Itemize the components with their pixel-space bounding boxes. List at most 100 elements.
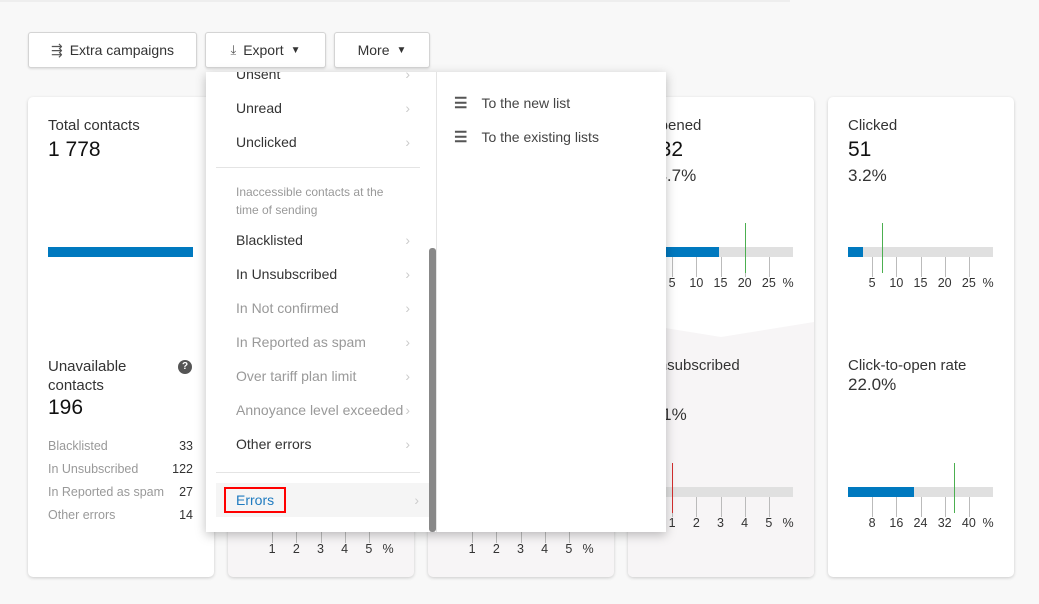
- menu-item-label: Errors: [224, 487, 287, 513]
- tick-label: 5: [868, 276, 876, 290]
- row-label: In Reported as spam: [48, 485, 165, 499]
- download-icon: ⤓: [230, 42, 237, 57]
- card-title: Clicked: [848, 117, 898, 134]
- card-title: Click-to-open rate: [848, 357, 967, 374]
- card-value: 196: [48, 396, 84, 419]
- tick-label: 1: [668, 516, 676, 530]
- extra-campaigns-button[interactable]: ⇶ Extra campaigns: [28, 32, 197, 68]
- total-contacts-card: Total contacts 1 778 Unavailable contact…: [28, 97, 214, 577]
- help-icon[interactable]: ?: [178, 360, 192, 374]
- chevron-right-icon: ›: [405, 436, 410, 452]
- axis-tick: [720, 497, 722, 517]
- axis-tick: [696, 257, 698, 277]
- tick-label: 24: [913, 516, 928, 530]
- tick-label: 15: [913, 276, 928, 290]
- export-button[interactable]: ⤓ Export ▼: [205, 32, 326, 68]
- tick-label: 5: [668, 276, 676, 290]
- tick-label: 2: [692, 516, 700, 530]
- tick-label: 10: [889, 276, 904, 290]
- chevron-down-icon: ▼: [396, 44, 407, 56]
- row-value: 33: [179, 439, 193, 453]
- menu-item-unsent[interactable]: Unsent ›: [216, 72, 420, 91]
- row-value: 27: [179, 485, 193, 499]
- card-title: Unavailable contacts: [48, 358, 127, 394]
- menu-item-label: In Reported as spam: [236, 334, 366, 350]
- progress-bar: [848, 247, 993, 257]
- benchmark-marker: [672, 463, 674, 513]
- tick-label: 16: [889, 516, 904, 530]
- chevron-right-icon: ›: [405, 266, 410, 282]
- export-to-new-list[interactable]: ☰ To the new list: [454, 86, 570, 120]
- export-dropdown-menu: Unsent › Unread › Unclicked › Inaccessible con…: [206, 72, 666, 532]
- axis-tick: [768, 257, 770, 277]
- chevron-right-icon: ›: [405, 100, 410, 116]
- chevron-right-icon: ›: [405, 72, 410, 82]
- axis-tick: [872, 497, 874, 517]
- tick-label: 40: [961, 516, 976, 530]
- menu-item-errors[interactable]: Errors ›: [216, 483, 429, 517]
- tick-label: 2: [492, 542, 500, 556]
- chevron-right-icon: ›: [405, 134, 410, 150]
- unavailable-row: In Reported as spam 27: [48, 485, 193, 499]
- axis-tick: [872, 257, 874, 277]
- card-title: Total contacts: [48, 117, 140, 134]
- submenu-label: To the new list: [481, 95, 571, 111]
- menu-item-label: Annoyance level exceeded: [236, 402, 404, 418]
- row-label: In Unsubscribed: [48, 462, 139, 476]
- menu-item-over-tariff-plan-limit[interactable]: Over tariff plan limit ›: [216, 359, 420, 393]
- export-to-existing-lists[interactable]: ☰ To the existing lists: [454, 120, 599, 154]
- axis-tick: [968, 497, 970, 517]
- tick-label: 1: [468, 542, 476, 556]
- tick-label: 8: [868, 516, 876, 530]
- tick-label: 20: [937, 276, 952, 290]
- tick-label: %: [982, 516, 994, 530]
- menu-item-annoyance-level-exceeded[interactable]: Annoyance level exceeded ›: [216, 393, 420, 427]
- chevron-right-icon: ›: [405, 300, 410, 316]
- total-bar: [48, 247, 193, 257]
- card-value: 1 778: [48, 138, 101, 161]
- menu-item-other-errors[interactable]: Other errors ›: [216, 427, 420, 461]
- benchmark-marker: [953, 463, 955, 513]
- tick-label: 1: [268, 542, 276, 556]
- progress-fill: [848, 247, 864, 257]
- progress-fill: [848, 487, 915, 497]
- menu-item-label: Over tariff plan limit: [236, 368, 357, 384]
- chevron-down-icon: ▼: [290, 44, 301, 56]
- progress-bar: [848, 487, 993, 497]
- menu-divider: [216, 167, 420, 168]
- card-rate: 22.0%: [848, 375, 897, 394]
- row-label: Blacklisted: [48, 439, 108, 453]
- tick-label: 3: [317, 542, 324, 556]
- benchmark-marker: [744, 223, 746, 273]
- progress-bar: [648, 487, 793, 497]
- scrollbar[interactable]: [429, 248, 436, 532]
- axis-tick: [744, 497, 746, 517]
- axis-tick: [944, 497, 946, 517]
- menu-item-label: Unclicked: [236, 134, 297, 150]
- chevron-right-icon: ›: [405, 402, 410, 418]
- menu-item-label: Unsent: [236, 72, 281, 82]
- menu-item-in-unsubscribed[interactable]: In Unsubscribed ›: [216, 257, 420, 291]
- chevron-right-icon: ›: [414, 492, 419, 508]
- tick-label: 4: [341, 542, 349, 556]
- row-label: Other errors: [48, 508, 116, 522]
- tick-label: 5: [765, 516, 773, 530]
- playlist-check-icon: ☰: [454, 129, 468, 146]
- menu-item-unread[interactable]: Unread ›: [216, 91, 420, 125]
- export-label: Export: [243, 42, 284, 58]
- tick-label: 25: [961, 276, 976, 290]
- menu-item-in-reported-as-spam[interactable]: In Reported as spam ›: [216, 325, 420, 359]
- benchmark-marker: [881, 223, 883, 273]
- menu-item-unclicked[interactable]: Unclicked ›: [216, 125, 420, 159]
- menu-item-label: In Not confirmed: [236, 300, 339, 316]
- axis-tick: [696, 497, 698, 517]
- card-value: 51: [848, 138, 872, 161]
- axis-tick: [896, 257, 898, 277]
- more-button[interactable]: More ▼: [334, 32, 430, 68]
- menu-item-blacklisted[interactable]: Blacklisted ›: [216, 223, 420, 257]
- tick-label: %: [982, 276, 994, 290]
- extra-campaigns-label: Extra campaigns: [69, 42, 174, 58]
- tick-label: 10: [689, 276, 704, 290]
- menu-item-in-not-confirmed[interactable]: In Not confirmed ›: [216, 291, 420, 325]
- axis-tick: [672, 257, 674, 277]
